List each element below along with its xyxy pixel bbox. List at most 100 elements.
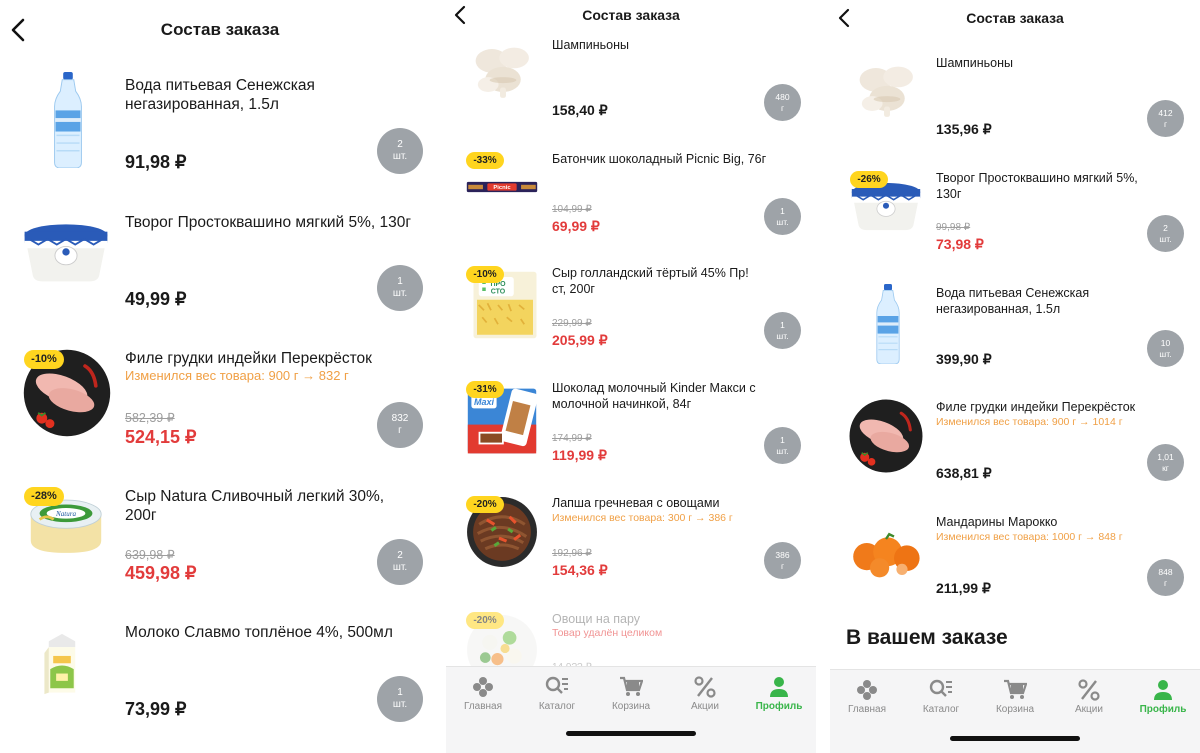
discount-badge: -31% xyxy=(466,381,504,398)
old-price: 104,99 ₽ xyxy=(552,204,592,215)
old-price: 192,96 ₽ xyxy=(552,548,592,559)
product-image-tangerines xyxy=(846,523,926,579)
product-name: Сыр Natura Сливочный легкий 30%, 200г xyxy=(125,488,385,525)
weight-changed-note: Изменился вес товара: 300 г → 386 г xyxy=(552,512,733,524)
quantity-badge: 2 шт. xyxy=(377,128,423,174)
product-name: Шоколад молочный Kinder Макси с молочной… xyxy=(552,381,756,411)
product-name: Творог Простоквашино мягкий 5%, 130г xyxy=(936,171,1138,201)
quantity-badge: 412 г xyxy=(1147,100,1184,137)
old-price: 229,99 ₽ xyxy=(552,318,592,329)
page-title: Состав заказа xyxy=(966,10,1064,26)
product-image-picnic xyxy=(464,176,540,198)
home-indicator[interactable] xyxy=(950,736,1080,741)
quantity-badge: 2 шт. xyxy=(1147,215,1184,252)
product-price: 638,81 ₽ xyxy=(936,465,992,481)
profile-icon xyxy=(1152,679,1174,701)
product-price: 119,99 ₽ xyxy=(552,447,607,463)
product-image-champignons xyxy=(466,32,540,112)
product-name: Лапша гречневая с овощами xyxy=(552,496,720,510)
product-price: 524,15 ₽ xyxy=(125,427,197,447)
product-name: Молоко Славмо топлёное 4%, 500мл xyxy=(125,624,393,641)
discount-badge: -33% xyxy=(466,152,504,169)
product-name: Шампиньоны xyxy=(552,38,630,52)
discount-badge: -10% xyxy=(24,350,64,369)
discount-badge: -20% xyxy=(466,496,504,513)
weight-changed-note: Изменился вес товара: 900 г → 1014 г xyxy=(936,416,1123,428)
order-screen-1: Состав заказа Вода питьевая Сенежская не… xyxy=(0,0,440,753)
removed-note: Товар удалён целиком xyxy=(552,627,663,639)
product-name: Овощи на пару xyxy=(552,612,641,626)
catalog-icon xyxy=(545,676,569,698)
old-price: 99,98 ₽ xyxy=(936,222,971,233)
quantity-badge: 1,01 кг xyxy=(1147,444,1184,481)
tab-label: Профиль xyxy=(755,701,803,712)
catalog-icon xyxy=(929,679,953,701)
page-title: Состав заказа xyxy=(160,20,280,39)
bottom-tab-bar: Главная Каталог Корзина Акции Профиль xyxy=(446,666,816,753)
cart-icon xyxy=(619,676,643,698)
quantity-badge: 1 шт. xyxy=(764,198,801,235)
quantity-badge: 1 шт. xyxy=(377,676,423,722)
product-price: 211,99 ₽ xyxy=(936,580,991,596)
order-screen-3: Состав заказа Шампиньоны 135,96 ₽ 412 г -… xyxy=(830,0,1200,753)
tab-label: Корзина xyxy=(995,704,1035,715)
quantity-badge: 2 шт. xyxy=(377,539,423,585)
product-image-turkey xyxy=(848,398,924,474)
product-name: Творог Простоквашино мягкий 5%, 130г xyxy=(125,214,412,231)
product-price: 49,99 ₽ xyxy=(125,289,187,309)
home-icon xyxy=(856,679,878,701)
quantity-badge: 1 шт. xyxy=(764,312,801,349)
product-name: Шампиньоны xyxy=(936,56,1014,70)
tab-label: Главная xyxy=(463,701,503,712)
percent-icon xyxy=(694,676,716,698)
product-price: 91,98 ₽ xyxy=(125,152,187,172)
tab-profile[interactable]: Профиль xyxy=(1126,670,1200,753)
percent-icon xyxy=(1078,679,1100,701)
weight-changed-note: Изменился вес товара: 1000 г → 848 г xyxy=(936,531,1123,543)
product-name: Филе грудки индейки Перекрёсток xyxy=(125,350,372,367)
product-name: Вода питьевая Сенежская негазированная, … xyxy=(125,77,315,114)
product-price: 69,99 ₽ xyxy=(552,218,600,234)
product-image-water xyxy=(872,284,904,364)
product-image-champignons xyxy=(850,50,924,132)
tab-profile[interactable]: Профиль xyxy=(742,667,816,753)
tab-catalog[interactable]: Каталог xyxy=(520,667,594,753)
section-heading: В вашем заказе xyxy=(846,626,1008,649)
tab-home[interactable]: Главная xyxy=(830,670,904,753)
home-icon xyxy=(472,676,494,698)
page-title: Состав заказа xyxy=(582,7,680,23)
product-name: Мандарины Марокко xyxy=(936,515,1058,529)
product-name: Вода питьевая Сенежская негазированная, … xyxy=(936,286,1090,316)
discount-badge: -28% xyxy=(24,487,64,506)
profile-icon xyxy=(768,676,790,698)
tab-label: Корзина xyxy=(611,701,651,712)
quantity-badge: 386 г xyxy=(764,542,801,579)
quantity-badge: 832 г xyxy=(377,402,423,448)
product-name: Сыр голландский тёртый 45% Пр!ст, 200г xyxy=(552,266,749,296)
tab-label: Акции xyxy=(1075,704,1103,715)
product-price: 73,99 ₽ xyxy=(125,699,187,719)
order-screen-2: Состав заказа Шампиньоны 158,40 ₽ 480 г -… xyxy=(446,0,816,753)
tab-cart[interactable]: Корзина xyxy=(594,667,668,753)
quantity-badge: 10 шт. xyxy=(1147,330,1184,367)
home-indicator[interactable] xyxy=(566,731,696,736)
product-image-water xyxy=(48,72,88,168)
old-price: 582,39 ₽ xyxy=(125,411,175,425)
product-image-milk xyxy=(40,625,84,703)
discount-badge: -26% xyxy=(850,171,888,188)
quantity-badge: 848 г xyxy=(1147,559,1184,596)
tab-label: Акции xyxy=(691,701,719,712)
quantity-badge: 1 шт. xyxy=(377,265,423,311)
product-price: 459,98 ₽ xyxy=(125,563,197,583)
product-price: 399,90 ₽ xyxy=(936,351,992,367)
old-price: 174,99 ₽ xyxy=(552,433,592,444)
tab-promotions[interactable]: Акции xyxy=(668,667,742,753)
discount-badge: -20% xyxy=(466,612,504,629)
old-price: 639,98 ₽ xyxy=(125,548,175,562)
product-price: 135,96 ₽ xyxy=(936,121,992,137)
tab-label: Профиль xyxy=(1139,704,1187,715)
quantity-badge: 1 шт. xyxy=(764,427,801,464)
product-price: 154,36 ₽ xyxy=(552,562,608,578)
tab-home[interactable]: Главная xyxy=(446,667,520,753)
product-price: 158,40 ₽ xyxy=(552,102,608,118)
